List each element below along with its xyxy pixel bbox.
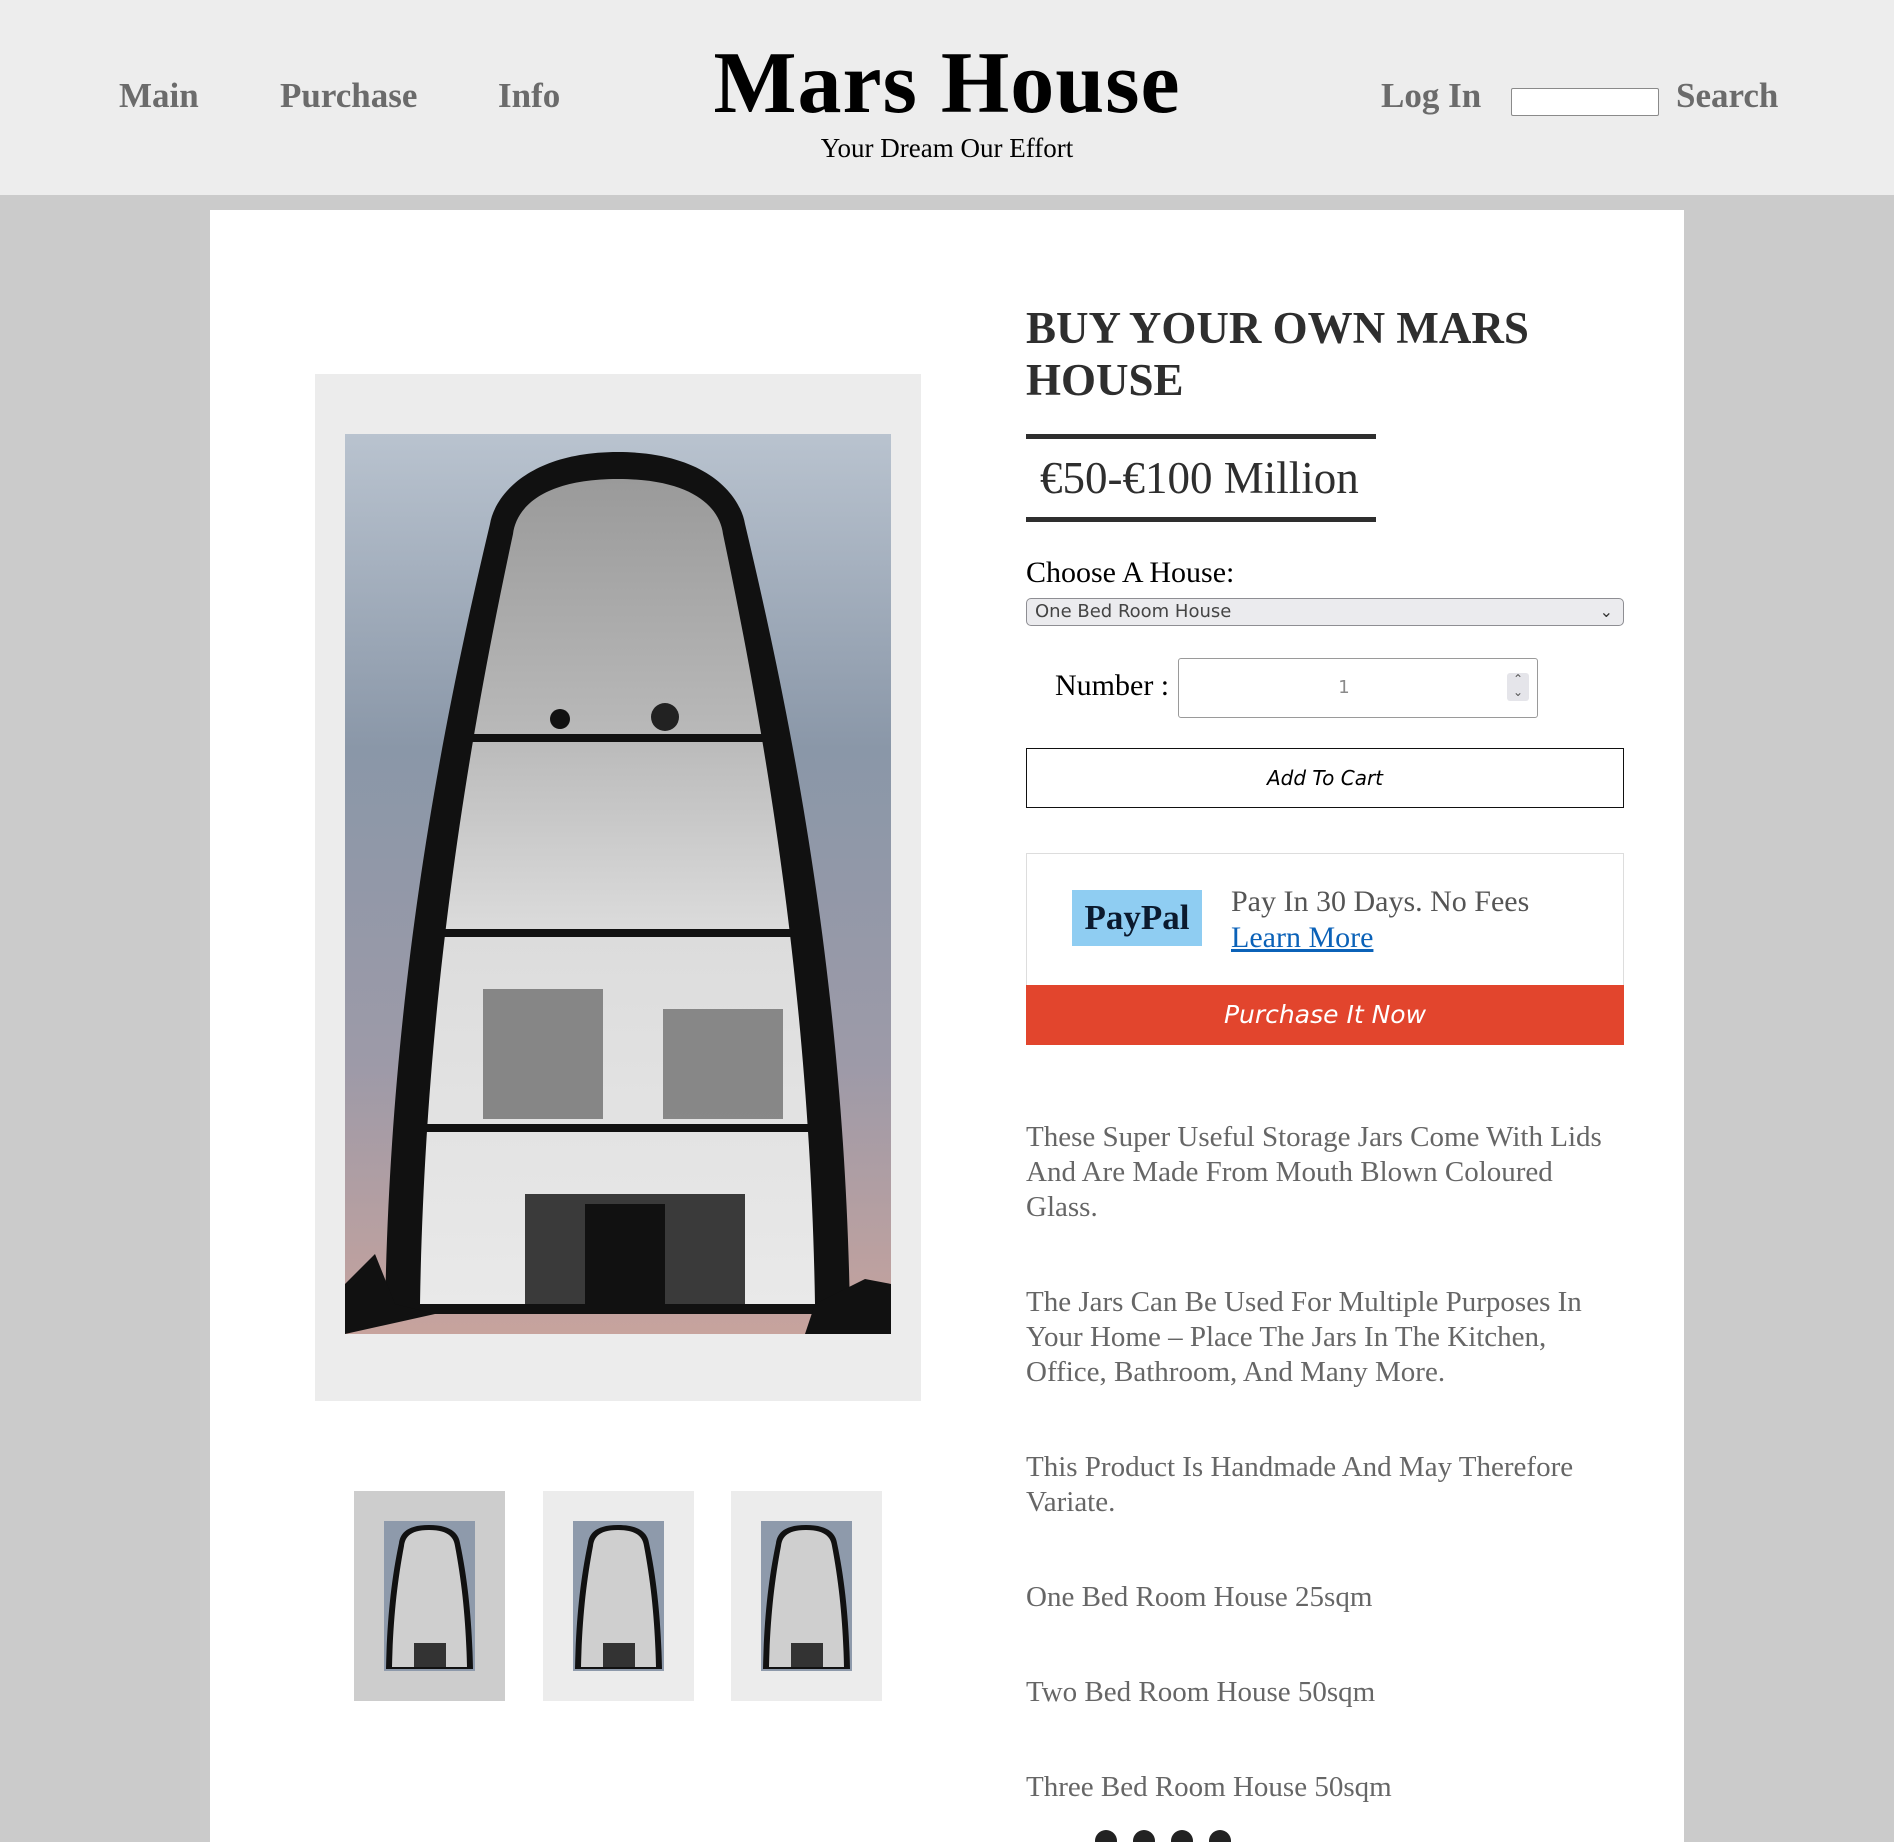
price: €50-€100 Million xyxy=(1026,434,1376,522)
twitter-icon[interactable] xyxy=(1095,1830,1117,1842)
search-button[interactable]: Search xyxy=(1676,76,1778,116)
quantity-value: 1 xyxy=(1338,677,1350,698)
thumbnail-image xyxy=(573,1521,664,1671)
purchase-now-button[interactable]: Purchase It Now xyxy=(1026,985,1624,1045)
description-paragraph: The Jars Can Be Used For Multiple Purpos… xyxy=(1026,1286,1582,1388)
number-label: Number : xyxy=(1055,669,1170,702)
house-select-value: One Bed Room House xyxy=(1035,601,1232,622)
thumbnail-image xyxy=(384,1521,475,1671)
description-paragraph: These Super Useful Storage Jars Come Wit… xyxy=(1026,1121,1602,1223)
description-paragraph: This Product Is Handmade And May Therefo… xyxy=(1026,1451,1574,1518)
brand-title: Mars House xyxy=(713,35,1181,132)
mars-house-image xyxy=(345,434,891,1334)
thumbnail-1[interactable] xyxy=(354,1491,505,1701)
paypal-box: PayPal Pay In 30 Days. No Fees Learn Mor… xyxy=(1026,853,1624,986)
search-input[interactable] xyxy=(1511,88,1659,116)
paypal-promo-text: Pay In 30 Days. No Fees xyxy=(1231,885,1530,918)
quantity-stepper[interactable]: 1 ⌃ ⌄ xyxy=(1178,658,1538,718)
house-size-item: Three Bed Room House 50sqm xyxy=(1026,1771,1392,1803)
choose-house-label: Choose A House: xyxy=(1026,556,1235,589)
main-image-frame xyxy=(315,374,921,1401)
brand-tagline: Your Dream Our Effort xyxy=(820,133,1074,163)
chevron-down-icon: ⌄ xyxy=(1599,602,1613,621)
house-size-item: Two Bed Room House 50sqm xyxy=(1026,1676,1376,1708)
house-size-item: One Bed Room House 25sqm xyxy=(1026,1581,1373,1613)
pinterest-icon[interactable] xyxy=(1209,1830,1231,1842)
learn-more-link[interactable]: Learn More xyxy=(1231,920,1373,956)
thumbnail-2[interactable] xyxy=(543,1491,694,1701)
thumbnail-image xyxy=(761,1521,852,1671)
instagram-icon[interactable] xyxy=(1171,1830,1193,1842)
login-link[interactable]: Log In xyxy=(1381,76,1481,116)
spinner-arrows-icon[interactable]: ⌃ ⌄ xyxy=(1507,673,1529,701)
house-select[interactable]: One Bed Room House ⌄ xyxy=(1026,598,1624,626)
product-card: BUY YOUR OWN MARS HOUSE €50-€100 Million… xyxy=(210,210,1684,1842)
thumbnail-3[interactable] xyxy=(731,1491,882,1701)
product-title: BUY YOUR OWN MARS HOUSE xyxy=(1026,303,1529,405)
facebook-icon[interactable] xyxy=(1133,1830,1155,1842)
social-icons xyxy=(1095,1830,1247,1842)
add-to-cart-button[interactable]: Add To Cart xyxy=(1026,748,1624,808)
site-header: Main Purchase Info Mars House Your Dream… xyxy=(0,0,1894,195)
paypal-logo: PayPal xyxy=(1072,890,1202,946)
